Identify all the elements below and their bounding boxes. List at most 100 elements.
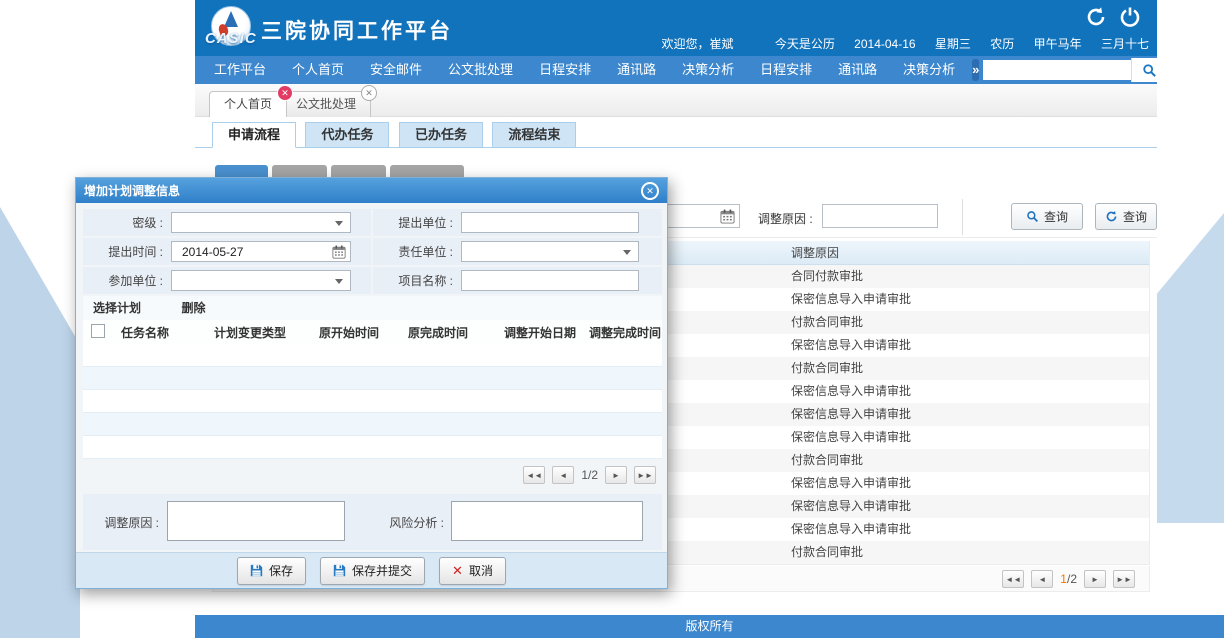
last-page-button[interactable]: ►► — [1113, 570, 1135, 588]
tab-done-tasks[interactable]: 已办任务 — [399, 122, 483, 148]
duty-unit-label: 责任单位 : — [373, 243, 461, 260]
nav-item-contacts[interactable]: 通讯路 — [604, 56, 669, 84]
settings-button[interactable]: ⚙ 设置 — [1180, 53, 1209, 87]
empty-grid-row — [83, 390, 662, 413]
prev-page-button[interactable]: ◄ — [552, 466, 574, 484]
select-plan-link[interactable]: 选择计划 — [93, 301, 141, 315]
save-button[interactable]: 保存 — [237, 557, 306, 585]
duty-unit-select[interactable] — [461, 241, 639, 262]
add-plan-adjustment-dialog: 增加计划调整信息 ✕ 密级 : 提出单位 : 提出时间 : 2014-05-27 — [75, 177, 668, 589]
window-tab-personal-home[interactable]: 个人首页 ✕ — [209, 91, 287, 117]
nav-item-decision-analysis-2[interactable]: 决策分析 — [890, 56, 968, 84]
page-indicator: 1/2 — [1060, 572, 1077, 586]
calendar-icon — [332, 245, 346, 259]
prev-page-button[interactable]: ◄ — [1031, 570, 1053, 588]
field-propose-unit: 提出单位 : — [373, 209, 662, 236]
join-unit-label: 参加单位 : — [83, 272, 171, 289]
nav-more-button[interactable]: » — [972, 59, 979, 81]
secret-level-select[interactable] — [171, 212, 351, 233]
flow-tab-strip: 申请流程 代办任务 已办任务 流程结束 — [195, 121, 1157, 148]
dialog-form: 密级 : 提出单位 : 提出时间 : 2014-05-27 — [83, 209, 662, 294]
nav-item-document-batch[interactable]: 公文批处理 — [435, 56, 526, 84]
empty-grid-row — [83, 436, 662, 459]
power-icon[interactable] — [1119, 6, 1141, 28]
cancel-button[interactable]: ✕ 取消 — [439, 557, 506, 585]
window-tab-document-batch[interactable]: 公文批处理 ✕ — [281, 91, 371, 117]
footer-copyright: 版权所有 — [195, 615, 1224, 638]
lunar-label: 农历 — [990, 37, 1014, 51]
field-join-unit: 参加单位 : — [83, 267, 371, 294]
dialog-lower-form: 调整原因 : 风险分析 : — [83, 494, 662, 550]
decorative-ribbon-left — [0, 207, 80, 638]
window-tab-strip: 个人首页 ✕ 公文批处理 ✕ — [195, 84, 1157, 117]
first-page-button[interactable]: ◄◄ — [1002, 570, 1024, 588]
delete-link[interactable]: 删除 — [181, 301, 205, 315]
nav-item-schedule-2[interactable]: 日程安排 — [747, 56, 825, 84]
nav-item-personal-home[interactable]: 个人首页 — [279, 56, 357, 84]
tab-apply-flow[interactable]: 申请流程 — [212, 122, 296, 148]
next-page-button[interactable]: ► — [1084, 570, 1106, 588]
propose-time-value: 2014-05-27 — [182, 245, 243, 259]
app-title: 三院协同工作平台 — [261, 15, 453, 45]
risk-analysis-textarea[interactable] — [451, 501, 643, 541]
project-name-input[interactable] — [461, 270, 639, 291]
dialog-pagination: ◄◄ ◄ 1/2 ► ►► — [83, 462, 662, 488]
total-pages: /2 — [1067, 572, 1077, 586]
decorative-ribbon-right — [1157, 213, 1224, 523]
search-input[interactable] — [983, 60, 1131, 80]
page-indicator: 1/2 — [581, 468, 598, 482]
filter-reason-input[interactable] — [822, 204, 938, 228]
page: CASIC 三院协同工作平台 欢迎您，崔斌 今天是公历 2014-04-16 星… — [0, 0, 1224, 638]
last-page-button[interactable]: ►► — [634, 466, 656, 484]
select-all-checkbox[interactable] — [91, 324, 105, 338]
risk-analysis-label: 风险分析 : — [369, 514, 444, 531]
query-button-label: 查询 — [1044, 208, 1068, 225]
cancel-button-label: 取消 — [469, 562, 493, 579]
filter-reason-label: 调整原因 : — [758, 210, 813, 227]
save-button-label: 保存 — [269, 562, 293, 579]
refresh-icon[interactable] — [1085, 6, 1107, 28]
close-tab-icon[interactable]: ✕ — [277, 85, 293, 101]
reset-button-label: 查询 — [1123, 208, 1147, 225]
join-unit-select[interactable] — [171, 270, 351, 291]
dialog-close-icon[interactable]: ✕ — [641, 182, 659, 200]
col-orig-start: 原开始时间 — [319, 324, 379, 341]
field-propose-time: 提出时间 : 2014-05-27 — [83, 238, 371, 265]
filter-divider — [962, 199, 963, 235]
reset-query-button[interactable]: 查询 — [1095, 203, 1157, 230]
project-name-label: 项目名称 : — [373, 272, 461, 289]
empty-grid-row — [83, 367, 662, 390]
nav-item-secure-mail[interactable]: 安全邮件 — [357, 56, 435, 84]
search-button[interactable] — [1131, 58, 1166, 82]
lunar-day: 三月十七 — [1101, 37, 1149, 51]
field-secret-level: 密级 : — [83, 209, 371, 236]
search-icon — [1142, 63, 1157, 78]
field-duty-unit: 责任单位 : — [373, 238, 662, 265]
first-page-button[interactable]: ◄◄ — [523, 466, 545, 484]
adjust-reason-textarea[interactable] — [167, 501, 345, 541]
refresh-icon — [1105, 210, 1118, 223]
col-adjust-start: 调整开始日期 — [504, 324, 576, 341]
save-and-submit-button[interactable]: 保存并提交 — [320, 557, 425, 585]
save-floppy-icon — [333, 564, 346, 577]
propose-time-date-input[interactable]: 2014-05-27 — [171, 241, 351, 262]
calendar-icon — [720, 209, 735, 224]
empty-grid-row — [83, 344, 662, 367]
tab-todo-tasks[interactable]: 代办任务 — [305, 122, 389, 148]
next-page-button[interactable]: ► — [605, 466, 627, 484]
nav-item-schedule[interactable]: 日程安排 — [526, 56, 604, 84]
gear-icon: ⚙ — [1180, 63, 1193, 78]
save-submit-button-label: 保存并提交 — [352, 562, 412, 579]
col-task-name: 任务名称 — [121, 324, 169, 341]
propose-unit-input[interactable] — [461, 212, 639, 233]
tab-flow-finished[interactable]: 流程结束 — [492, 122, 576, 148]
welcome-user: 欢迎您，崔斌 — [661, 37, 733, 51]
today-date: 2014-04-16 — [854, 37, 915, 51]
query-button[interactable]: 查询 — [1011, 203, 1083, 230]
adjust-reason-label: 调整原因 : — [83, 514, 159, 531]
nav-item-work-platform[interactable]: 工作平台 — [201, 56, 279, 84]
main-nav: 工作平台 个人首页 安全邮件 公文批处理 日程安排 通讯路 决策分析 日程安排 … — [195, 56, 1157, 84]
nav-item-contacts-2[interactable]: 通讯路 — [825, 56, 890, 84]
close-tab-icon[interactable]: ✕ — [361, 85, 377, 101]
nav-item-decision-analysis[interactable]: 决策分析 — [669, 56, 747, 84]
